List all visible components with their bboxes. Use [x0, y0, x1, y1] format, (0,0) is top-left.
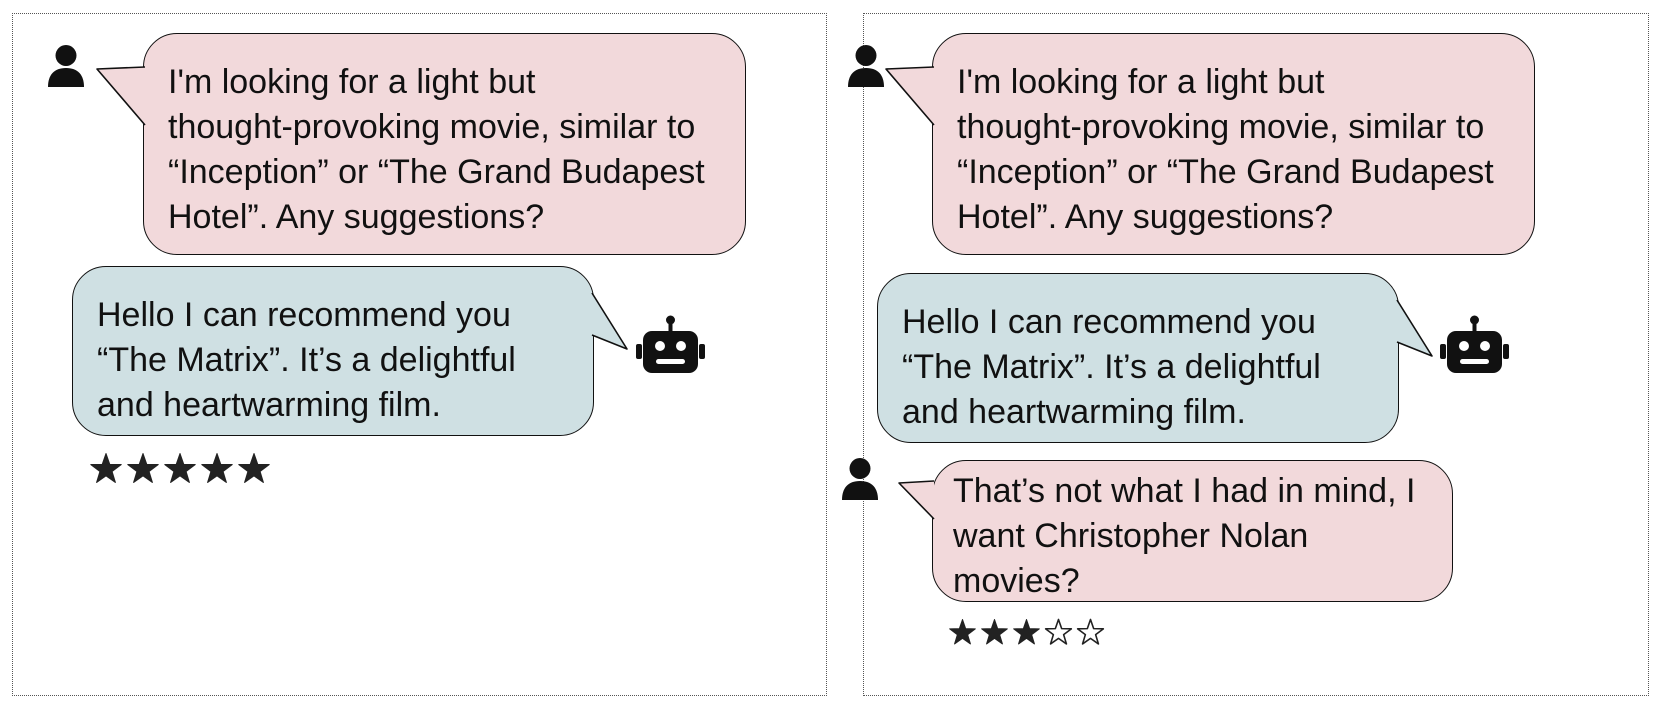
star-filled-icon	[238, 453, 270, 483]
message-text: That’s not what I had in mind, I want Ch…	[953, 472, 1416, 600]
robot-icon	[1440, 315, 1509, 373]
message-text: I'm looking for a light but thought-prov…	[957, 63, 1494, 236]
bubble-tail	[96, 66, 146, 126]
user-icon	[848, 45, 884, 87]
rating-stars	[949, 618, 1105, 645]
bubble-tail	[1396, 299, 1433, 357]
star-filled-icon	[981, 619, 1008, 645]
rating-stars	[90, 452, 270, 484]
user-message-bubble: I'm looking for a light but thought-prov…	[143, 33, 746, 255]
robot-icon	[636, 315, 705, 373]
message-text: Hello I can recommend you “The Matrix”. …	[97, 296, 516, 424]
star-filled-icon	[1013, 619, 1040, 645]
bubble-tail	[591, 292, 628, 350]
star-outline-icon	[1076, 618, 1105, 645]
user-message-bubble: I'm looking for a light but thought-prov…	[932, 33, 1535, 255]
user-icon	[48, 45, 84, 87]
star-filled-icon	[949, 619, 976, 645]
star-outline-icon	[1044, 618, 1073, 645]
message-text: Hello I can recommend you “The Matrix”. …	[902, 303, 1321, 431]
bubble-tail	[885, 66, 935, 126]
star-filled-icon	[201, 453, 233, 483]
star-filled-icon	[90, 453, 122, 483]
bubble-tail	[898, 480, 935, 520]
user-icon	[842, 458, 878, 500]
bot-message-bubble: Hello I can recommend you “The Matrix”. …	[877, 273, 1399, 443]
message-text: I'm looking for a light but thought-prov…	[168, 63, 705, 236]
bot-message-bubble: Hello I can recommend you “The Matrix”. …	[72, 266, 594, 436]
star-filled-icon	[127, 453, 159, 483]
user-message-bubble: That’s not what I had in mind, I want Ch…	[932, 460, 1453, 602]
star-filled-icon	[164, 453, 196, 483]
